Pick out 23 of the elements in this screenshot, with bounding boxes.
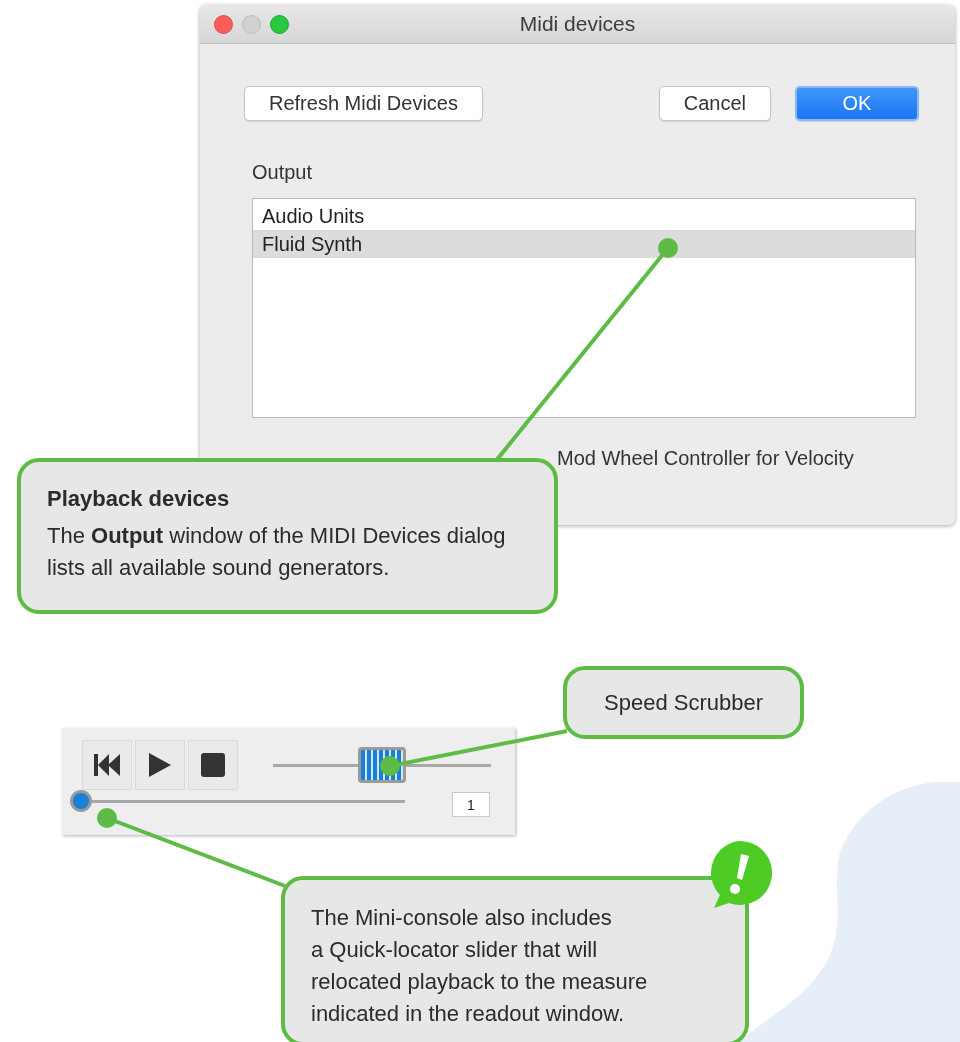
play-icon (148, 752, 172, 778)
measure-readout: 1 (452, 792, 490, 817)
rewind-icon (93, 753, 121, 777)
close-icon[interactable] (214, 14, 233, 34)
callout-text: The Mini-console also includes a Quick-locator slider that will relocated playback to the measure indicated in the readout window. (311, 904, 649, 1028)
callout-text: Speed Scrubber (604, 688, 763, 717)
rewind-button[interactable] (82, 740, 132, 790)
checkbox-label: Mod Wheel Controller for Velocity (557, 447, 854, 469)
stop-button[interactable] (188, 740, 238, 790)
list-item[interactable]: Audio Units (253, 202, 915, 230)
window-title: Midi devices (519, 12, 636, 36)
play-button[interactable] (135, 740, 185, 790)
output-label: Output (252, 161, 314, 184)
refresh-button[interactable]: Refresh Midi Devices (244, 86, 483, 121)
callout-title: Playback devices (47, 486, 231, 512)
quick-locator-slider[interactable] (70, 789, 405, 812)
stop-icon (201, 753, 225, 777)
cancel-button[interactable]: Cancel (658, 86, 771, 121)
zoom-icon[interactable] (270, 14, 289, 34)
slider-thumb[interactable] (70, 789, 92, 812)
ok-button[interactable]: OK (795, 86, 919, 121)
callout-text: The Output window of the MIDI Devices dialog lists all available sound generators. (47, 522, 507, 582)
list-item[interactable]: Fluid Synth (253, 230, 915, 258)
